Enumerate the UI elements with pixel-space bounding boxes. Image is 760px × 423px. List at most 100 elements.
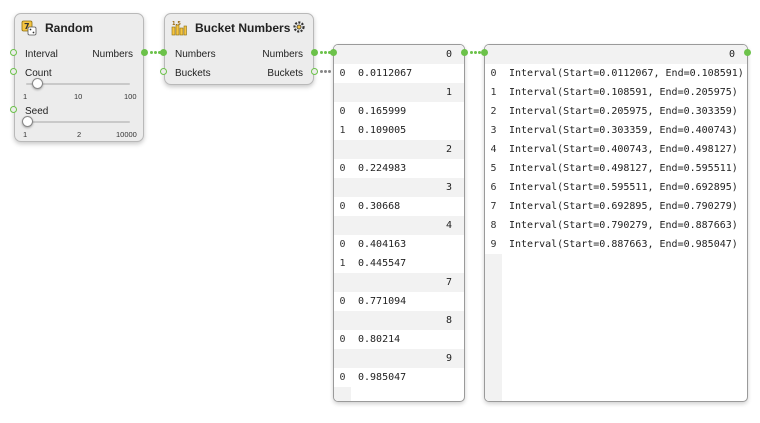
bucket-numbers-input-label: Numbers bbox=[175, 48, 216, 60]
bucket-numbers-input-port[interactable] bbox=[160, 49, 167, 56]
seed-slider-thumb[interactable] bbox=[22, 116, 33, 127]
branch-index: 0 bbox=[445, 49, 452, 60]
item-index: 2 bbox=[490, 106, 497, 117]
bucket-buckets-output-port[interactable] bbox=[311, 68, 318, 75]
random-node-header[interactable]: 7 Random bbox=[15, 14, 143, 42]
item-value: 0.445547 bbox=[358, 258, 407, 269]
dice-icon: 7 bbox=[21, 20, 37, 36]
list-item: 9 Interval(Start=0.887663, End=0.985047) bbox=[485, 235, 747, 254]
item-value: 0.109005 bbox=[358, 125, 407, 136]
bucket-numbers-output-port[interactable] bbox=[311, 49, 318, 56]
list-item: 0 Interval(Start=0.0112067, End=0.108591) bbox=[485, 64, 747, 83]
item-value: Interval(Start=0.205975, End=0.303359) bbox=[509, 106, 738, 117]
branch-index: 1 bbox=[445, 87, 452, 98]
list-item: 1 Interval(Start=0.108591, End=0.205975) bbox=[485, 83, 747, 102]
bucket-numbers-icon: 1.5 bbox=[171, 20, 187, 36]
list-item: 0 0.80214 bbox=[334, 330, 464, 349]
item-value: 0.80214 bbox=[358, 334, 401, 345]
count-slider-thumb[interactable] bbox=[32, 78, 43, 89]
item-index: 0 bbox=[490, 68, 497, 79]
list-item: 4 Interval(Start=0.400743, End=0.498127) bbox=[485, 140, 747, 159]
branch-header: 2 bbox=[334, 140, 464, 159]
bucket-port-row-1: Numbers Numbers bbox=[165, 47, 313, 61]
branch-header: 7 bbox=[334, 273, 464, 292]
bucket-port-row-2: Buckets Buckets bbox=[165, 66, 313, 80]
wire-dot bbox=[154, 51, 157, 54]
list-item: 6 Interval(Start=0.595511, End=0.692895) bbox=[485, 178, 747, 197]
numbers-output-label: Numbers bbox=[92, 48, 133, 60]
wire-dot bbox=[320, 51, 323, 54]
branch-header: 0 bbox=[485, 45, 747, 64]
seed-tick-mid: 2 bbox=[77, 130, 82, 139]
branch-index: 9 bbox=[445, 353, 452, 364]
branch-index: 0 bbox=[728, 49, 735, 60]
gear-icon[interactable] bbox=[292, 20, 306, 34]
branch-header: 1 bbox=[334, 83, 464, 102]
list-item: 0 0.404163 bbox=[334, 235, 464, 254]
item-index: 0 bbox=[339, 201, 346, 212]
item-value: Interval(Start=0.692895, End=0.790279) bbox=[509, 201, 738, 212]
numbers-panel-output-port[interactable] bbox=[461, 49, 468, 56]
item-index: 8 bbox=[490, 220, 497, 231]
count-tick-mid: 10 bbox=[74, 92, 83, 101]
random-node[interactable]: 7 Random Interval Numbers Count 1 10 100… bbox=[14, 13, 144, 142]
item-index: 0 bbox=[339, 296, 346, 307]
numbers-panel-input-port[interactable] bbox=[330, 49, 337, 56]
list-item: 0 0.30668 bbox=[334, 197, 464, 216]
buckets-panel[interactable]: 0 0 Interval(Start=0.0112067, End=0.108591… bbox=[484, 44, 748, 402]
count-slider-ticks: 1 10 100 bbox=[23, 92, 141, 102]
item-value: 0.404163 bbox=[358, 239, 407, 250]
item-index: 0 bbox=[339, 372, 346, 383]
item-value: Interval(Start=0.790279, End=0.887663) bbox=[509, 220, 738, 231]
random-port-row-3: Seed bbox=[15, 104, 143, 118]
list-item: 8 Interval(Start=0.790279, End=0.887663) bbox=[485, 216, 747, 235]
bucket-buckets-input-port[interactable] bbox=[160, 68, 167, 75]
random-interval-input-port[interactable] bbox=[10, 49, 17, 56]
seed-slider-track[interactable] bbox=[26, 121, 130, 123]
list-item: 0 0.224983 bbox=[334, 159, 464, 178]
list-item: 0 0.165999 bbox=[334, 102, 464, 121]
item-index: 9 bbox=[490, 239, 497, 250]
item-index: 0 bbox=[339, 334, 346, 345]
random-numbers-output-port[interactable] bbox=[141, 49, 148, 56]
list-item: 0 0.771094 bbox=[334, 292, 464, 311]
item-index: 0 bbox=[339, 106, 346, 117]
wire-dot bbox=[324, 70, 327, 73]
count-tick-max: 100 bbox=[124, 92, 137, 101]
numbers-panel[interactable]: 0 0 0.0112067 1 0 0.165999 1 0.109005 2 0 0.224983… bbox=[333, 44, 465, 402]
item-index: 3 bbox=[490, 125, 497, 136]
item-index: 0 bbox=[339, 239, 346, 250]
count-input-label: Count bbox=[25, 67, 52, 79]
seed-input-label: Seed bbox=[25, 105, 49, 117]
buckets-panel-input-port[interactable] bbox=[481, 49, 488, 56]
branch-index: 7 bbox=[445, 277, 452, 288]
wire-dot bbox=[470, 51, 473, 54]
seed-tick-max: 10000 bbox=[116, 130, 137, 139]
random-count-input-port[interactable] bbox=[10, 68, 17, 75]
item-value: Interval(Start=0.595511, End=0.692895) bbox=[509, 182, 738, 193]
bucket-numbers-output-label: Numbers bbox=[262, 48, 303, 60]
branch-index: 3 bbox=[445, 182, 452, 193]
item-value: Interval(Start=0.0112067, End=0.108591) bbox=[509, 68, 744, 79]
list-item: 1 0.109005 bbox=[334, 121, 464, 140]
random-node-title: Random bbox=[45, 21, 93, 35]
bucket-node-title: Bucket Numbers bbox=[195, 21, 291, 35]
branch-index: 2 bbox=[445, 144, 452, 155]
seed-tick-min: 1 bbox=[23, 130, 28, 139]
list-item: 7 Interval(Start=0.692895, End=0.790279) bbox=[485, 197, 747, 216]
bucket-node-header[interactable]: 1.5 Bucket Numbers bbox=[165, 14, 313, 42]
item-value: Interval(Start=0.303359, End=0.400743) bbox=[509, 125, 738, 136]
item-value: 0.165999 bbox=[358, 106, 407, 117]
item-index: 1 bbox=[339, 125, 346, 136]
item-value: 0.771094 bbox=[358, 296, 407, 307]
bucket-numbers-node[interactable]: 1.5 Bucket Numbers Numbers Numbers Bucke… bbox=[164, 13, 314, 85]
list-item: 0 0.0112067 bbox=[334, 64, 464, 83]
interval-input-label: Interval bbox=[25, 48, 58, 60]
random-seed-input-port[interactable] bbox=[10, 106, 17, 113]
item-index: 5 bbox=[490, 163, 497, 174]
buckets-panel-output-port[interactable] bbox=[744, 49, 751, 56]
bucket-buckets-input-label: Buckets bbox=[175, 67, 211, 79]
item-index: 7 bbox=[490, 201, 497, 212]
list-item: 2 Interval(Start=0.205975, End=0.303359) bbox=[485, 102, 747, 121]
seed-slider-ticks: 1 2 10000 bbox=[23, 130, 141, 140]
